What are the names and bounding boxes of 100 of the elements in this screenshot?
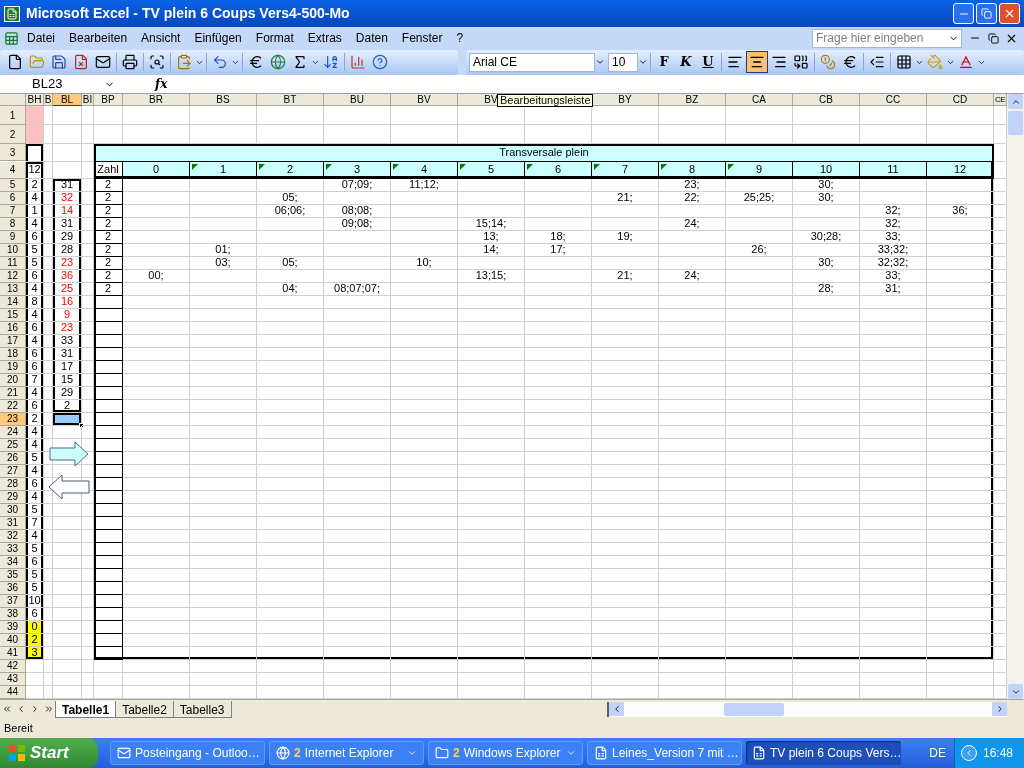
column-header[interactable]: BV <box>391 94 458 106</box>
vertical-scrollbar[interactable] <box>1007 94 1024 699</box>
menu-item[interactable]: Bearbeiten <box>62 29 135 47</box>
scroll-left-icon[interactable] <box>609 702 624 716</box>
sheet-tab[interactable]: Tabelle3 <box>172 700 232 718</box>
column-header[interactable]: BZ <box>659 94 726 106</box>
menu-item[interactable]: Daten <box>348 29 395 47</box>
column-header[interactable]: CA <box>726 94 793 106</box>
clock: 16:48 <box>983 745 1014 762</box>
table-cell: 4 <box>26 334 44 348</box>
table-cell: 26; <box>726 243 793 257</box>
doc-restore-icon[interactable] <box>986 32 1000 44</box>
row-header[interactable]: 3 <box>0 144 26 161</box>
format-style-button[interactable]: U <box>697 51 719 73</box>
table-cell: 30; <box>793 178 860 192</box>
table-cell: 10 <box>26 594 44 608</box>
table-cell: 30; <box>793 191 860 205</box>
table-cell: 4 <box>26 282 44 296</box>
column-header[interactable]: CD <box>927 94 994 106</box>
column-header[interactable]: BH <box>26 94 44 106</box>
spreadsheet-icon <box>752 746 766 760</box>
column-header[interactable]: BS <box>190 94 257 106</box>
table-cell: 1 <box>26 204 44 218</box>
table-cell: 4 <box>26 191 44 205</box>
task-label: Internet Explorer <box>304 745 395 762</box>
name-box[interactable]: BL23 <box>0 75 104 93</box>
table-cell: 06;06; <box>257 204 324 218</box>
column-header[interactable]: BU <box>324 94 391 106</box>
column-header[interactable]: BP <box>94 94 123 106</box>
table-cell: 2 <box>53 399 82 413</box>
windows-logo-icon <box>8 744 26 762</box>
row-header[interactable]: 2 <box>0 125 26 144</box>
left-arrow-shape <box>48 474 90 500</box>
column-header[interactable]: BR <box>123 94 190 106</box>
menu-item[interactable]: ? <box>449 29 471 47</box>
format-style-button[interactable]: K <box>675 51 697 73</box>
horizontal-scrollbar[interactable] <box>607 701 1007 717</box>
function-label[interactable]: fx <box>155 75 168 93</box>
table-cell: 00; <box>123 269 190 283</box>
menu-item[interactable]: Datei <box>20 29 62 47</box>
table-cell: 7 <box>26 516 44 530</box>
table-cell: 12 <box>26 161 44 179</box>
task-label: Leines_Version 7 mit … <box>612 745 739 762</box>
column-header[interactable]: BY <box>592 94 659 106</box>
align-center-icon[interactable] <box>746 51 768 73</box>
status-text: Bereit <box>4 720 33 736</box>
table-cell: 08;07;07; <box>324 282 391 296</box>
language-indicator[interactable]: DE <box>929 744 946 762</box>
menu-item[interactable]: Fenster <box>394 29 450 47</box>
sheet-tab[interactable]: Tabelle1 <box>55 700 117 718</box>
taskbar-button[interactable]: TV plein 6 Coups Vers… <box>746 741 901 765</box>
column-header[interactable]: CB <box>793 94 860 106</box>
scroll-thumb[interactable] <box>724 702 784 716</box>
restore-button[interactable] <box>976 3 997 24</box>
taskbar-button[interactable]: Leines_Version 7 mit … <box>587 741 742 765</box>
column-header[interactable]: BI <box>82 94 94 106</box>
column-header[interactable]: BL <box>53 94 82 106</box>
menu-item[interactable]: Format <box>248 29 301 47</box>
table-cell: 6 <box>26 347 44 361</box>
row-header[interactable]: 4 <box>0 161 26 179</box>
table-cell: 4 <box>26 217 44 231</box>
fill-handle-icon[interactable] <box>79 422 84 428</box>
taskbar-button[interactable]: 2 Internet Explorer <box>269 741 424 765</box>
taskbar-button[interactable]: Posteingang - Outloo… <box>110 741 265 765</box>
table-cell: 2 <box>94 269 123 283</box>
scroll-up-icon[interactable] <box>1008 94 1023 109</box>
scroll-right-icon[interactable] <box>992 702 1007 716</box>
menu-item[interactable]: Extras <box>300 29 349 47</box>
minimize-button[interactable] <box>953 3 974 24</box>
font-size-field[interactable]: 10 <box>608 52 638 72</box>
table-cell: 6 <box>26 269 44 283</box>
tooltip: Bearbeitungsleiste <box>497 94 593 107</box>
folder-icon <box>435 746 449 760</box>
right-arrow-shape <box>49 441 89 467</box>
column-header[interactable]: CE <box>994 94 1007 106</box>
row-header[interactable]: 1 <box>0 106 26 125</box>
scroll-thumb[interactable] <box>1008 111 1023 135</box>
spreadsheet-icon <box>594 746 608 760</box>
table-cell: 03; <box>190 256 257 270</box>
help-search-field[interactable]: Frage hier eingeben <box>812 28 962 48</box>
table-cell: 13; <box>458 230 525 244</box>
taskbar-button[interactable]: 2 Windows Explorer <box>428 741 583 765</box>
table-cell: 15;14; <box>458 217 525 231</box>
format-style-button[interactable]: F <box>653 51 675 73</box>
menu-item[interactable]: Einfügen <box>187 29 249 47</box>
show-hidden-icons-icon[interactable] <box>961 745 977 761</box>
table-cell: 5 <box>26 503 44 517</box>
table-cell: 32 <box>53 191 82 205</box>
close-button[interactable] <box>999 3 1020 24</box>
menu-item[interactable]: Ansicht <box>134 29 188 47</box>
font-field[interactable]: Arial CE <box>469 52 595 72</box>
table-cell: 17 <box>53 360 82 374</box>
table-title: Transversale plein <box>94 144 994 162</box>
column-header[interactable]: CC <box>860 94 927 106</box>
task-label: Posteingang - Outloo… <box>135 745 260 762</box>
table-cell: 24; <box>659 217 726 231</box>
column-header[interactable]: BT <box>257 94 324 106</box>
table-cell: 33; <box>860 230 927 244</box>
task-label: Windows Explorer <box>463 745 562 762</box>
table-cell: 8 <box>26 295 44 309</box>
